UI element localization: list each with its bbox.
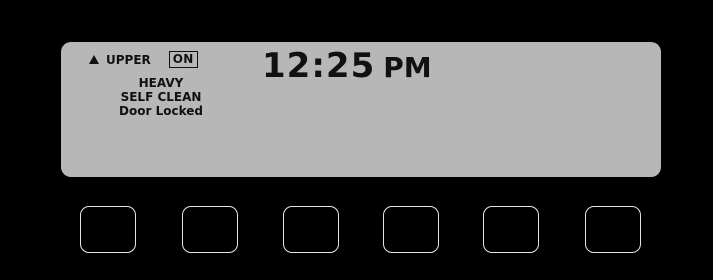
soft-key-5[interactable] [483, 206, 539, 253]
mode-line-3: Door Locked [119, 104, 203, 118]
mode-line-1: HEAVY [138, 76, 184, 90]
mode-line-2: SELF CLEAN [120, 90, 202, 104]
oven-label: UPPER [106, 52, 151, 67]
soft-key-3[interactable] [283, 206, 339, 253]
on-badge: ON [168, 51, 198, 68]
oven-status-row: UPPER ON [89, 51, 198, 68]
soft-key-4[interactable] [383, 206, 439, 253]
soft-key-6[interactable] [585, 206, 641, 253]
soft-key-1[interactable] [80, 206, 136, 253]
lcd-display: UPPER ON HEAVY SELF CLEAN Door Locked 12… [61, 42, 661, 177]
arrow-up-icon [89, 55, 99, 64]
clock-ampm: PM [383, 51, 432, 84]
control-panel: UPPER ON HEAVY SELF CLEAN Door Locked 12… [0, 0, 713, 280]
soft-key-2[interactable] [182, 206, 238, 253]
clock-display: 12:25 PM [262, 46, 432, 86]
mode-text-block: HEAVY SELF CLEAN Door Locked [101, 76, 221, 118]
clock-time: 12:25 [262, 46, 376, 86]
